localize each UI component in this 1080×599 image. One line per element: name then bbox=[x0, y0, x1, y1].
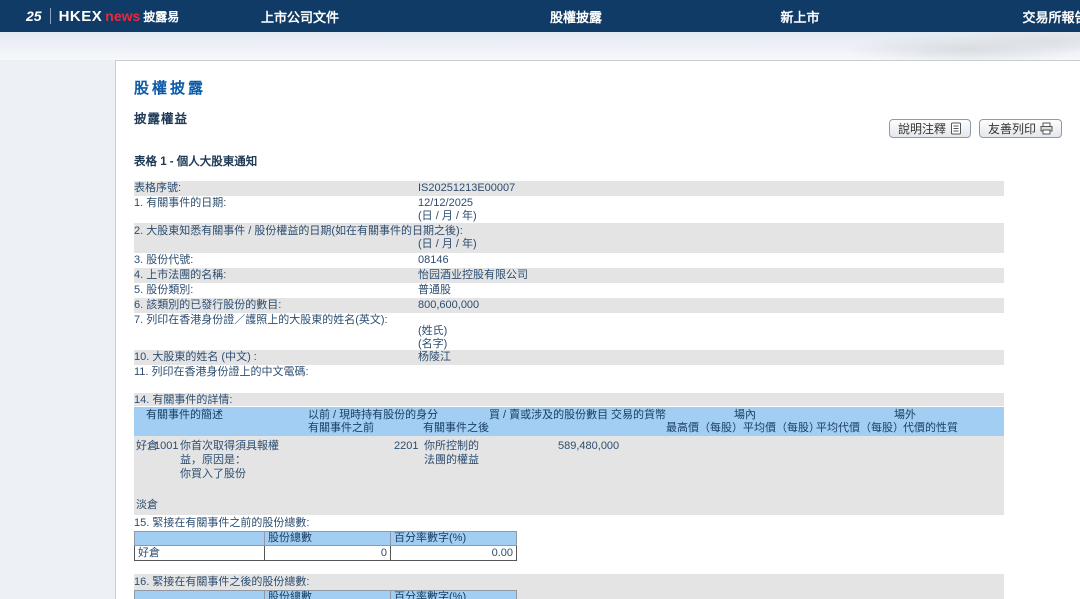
col-event-description: 有關事件的簡述 bbox=[146, 409, 223, 422]
event-code: 1001 bbox=[154, 439, 178, 453]
empty-header-cell bbox=[135, 532, 265, 546]
section16-block: 16. 緊接在有關事件之後的股份總數: 股份總數 百分率數字(%) 好倉 589… bbox=[134, 574, 1004, 599]
band-texture bbox=[760, 32, 1080, 60]
field-value: IS20251213E00007 bbox=[418, 181, 1004, 196]
field-label: 11. 列印在香港身份證上的中文電碼: bbox=[134, 365, 418, 380]
field-label: 6. 該類別的已發行股份的數目: bbox=[134, 298, 418, 313]
section14-data-row: 好倉 1001 你首次取得須具報權 益，原因是： 你買入了股份 2201 你所控… bbox=[134, 436, 1004, 515]
col-before-event: 有關事件之前 bbox=[308, 422, 374, 435]
nav-exchange-reports[interactable]: 交易所報告 bbox=[1022, 0, 1080, 32]
col-highest-price: 最高價（每股） bbox=[666, 422, 743, 435]
row-aware-date: 2. 大股東知悉有關事件 / 股份權益的日期(如在有關事件的日期之後): (日 … bbox=[134, 223, 1004, 253]
field-value: 普通股 bbox=[418, 283, 1004, 298]
field-value: 杨陵江 bbox=[418, 350, 1004, 365]
anniversary-25-mark: 25 bbox=[26, 8, 42, 24]
content-panel: 股權披露 披露權益 說明注釋 友善列印 表格 1 - 個人大股東通知 表格序號:… bbox=[115, 60, 1080, 599]
field-label: 表格序號: bbox=[134, 181, 418, 196]
short-position-label: 淡倉 bbox=[136, 498, 158, 512]
row-corporation-name: 4. 上市法團的名稱: 怡园酒业控股有限公司 bbox=[134, 268, 1004, 283]
field-label: 4. 上市法團的名稱: bbox=[134, 268, 418, 283]
table-row: 好倉 0 0.00 bbox=[135, 546, 517, 561]
percentage-value: 0.00 bbox=[391, 546, 517, 561]
col-currency: 交易的貨幣 bbox=[611, 409, 666, 422]
field-label: 2. 大股東知悉有關事件 / 股份權益的日期(如在有關事件的日期之後): bbox=[134, 224, 482, 239]
section15-label: 15. 緊接在有關事件之前的股份總數: bbox=[134, 515, 1004, 531]
page-title: 股權披露 bbox=[134, 77, 1080, 98]
notes-button[interactable]: 說明注釋 bbox=[889, 119, 971, 138]
col-on-exchange: 場內 bbox=[734, 409, 756, 422]
col-shares-involved: 買 / 賣或涉及的股份數目 bbox=[489, 409, 608, 422]
total-shares-header: 股份總數 bbox=[265, 532, 391, 546]
print-button-label: 友善列印 bbox=[988, 120, 1036, 137]
nav-shareholding-disclosure[interactable]: 股權披露 bbox=[550, 0, 602, 32]
field-value bbox=[418, 365, 1004, 380]
field-label: 1. 有關事件的日期: bbox=[134, 196, 418, 223]
row-issued-shares: 6. 該類別的已發行股份的數目: 800,600,000 bbox=[134, 298, 1004, 313]
col-capacity: 以前 / 現時持有股份的身分 bbox=[308, 409, 438, 422]
section15-block: 15. 緊接在有關事件之前的股份總數: 股份總數 百分率數字(%) 好倉 0 0… bbox=[134, 515, 1004, 561]
col-average-consideration: 平均代價（每股） bbox=[816, 422, 904, 435]
news-brand-text: news bbox=[105, 8, 140, 24]
totals-before-table: 股份總數 百分率數字(%) 好倉 0 0.00 bbox=[134, 531, 517, 561]
spacer bbox=[134, 380, 1004, 393]
printer-icon bbox=[1040, 122, 1053, 135]
field-label: 3. 股份代號: bbox=[134, 253, 418, 268]
col-after-event: 有關事件之後 bbox=[423, 422, 489, 435]
disclosure-form-table: 表格序號: IS20251213E00007 1. 有關事件的日期: 12/12… bbox=[134, 181, 1004, 599]
row-stock-code: 3. 股份代號: 08146 bbox=[134, 253, 1004, 268]
event-description: 你首次取得須具報權 益，原因是： 你買入了股份 bbox=[180, 439, 312, 481]
header-sub-band bbox=[0, 32, 1080, 60]
nav-new-listings[interactable]: 新上市 bbox=[780, 0, 819, 32]
print-button[interactable]: 友善列印 bbox=[979, 119, 1062, 138]
top-navigation-bar: 25 HKEX news 披露易 上市公司文件 股權披露 新上市 交易所報告 bbox=[0, 0, 1080, 32]
section14-header: 有關事件的簡述 以前 / 現時持有股份的身分 買 / 賣或涉及的股份數目 交易的… bbox=[134, 407, 1004, 436]
row-english-name: 7. 列印在香港身份證／護照上的大股東的姓名(英文): (姓氏) (名字) bbox=[134, 313, 1004, 350]
field-label: 5. 股份類別: bbox=[134, 283, 418, 298]
hkex-brand-text: HKEX bbox=[59, 8, 103, 25]
total-shares-value: 0 bbox=[265, 546, 391, 561]
logo-divider bbox=[50, 8, 51, 24]
section16-label: 16. 緊接在有關事件之後的股份總數: bbox=[134, 574, 1004, 590]
field-value: 怡园酒业控股有限公司 bbox=[418, 268, 1004, 283]
action-buttons: 說明注釋 友善列印 bbox=[889, 119, 1062, 138]
notes-button-label: 說明注釋 bbox=[898, 120, 946, 137]
field-value: (日 / 月 / 年) bbox=[418, 238, 477, 251]
field-value: 800,600,000 bbox=[418, 298, 1004, 313]
field-value: (姓氏) (名字) bbox=[418, 313, 1004, 350]
capacity-after-description: 你所控制的 法團的權益 bbox=[424, 439, 500, 467]
row-event-date: 1. 有關事件的日期: 12/12/2025 (日 / 月 / 年) bbox=[134, 196, 1004, 223]
field-value: 08146 bbox=[418, 253, 1004, 268]
empty-header-cell bbox=[135, 591, 265, 599]
logo-chinese-suffix: 披露易 bbox=[143, 8, 179, 25]
row-chinese-codes: 11. 列印在香港身份證上的中文電碼: bbox=[134, 365, 1004, 380]
shares-involved-value: 589,480,000 bbox=[558, 439, 619, 453]
row-form-serial: 表格序號: IS20251213E00007 bbox=[134, 181, 1004, 196]
percentage-header: 百分率數字(%) bbox=[391, 591, 517, 599]
col-average-price: 平均價（每股） bbox=[743, 422, 820, 435]
form-title: 表格 1 - 個人大股東通知 bbox=[134, 153, 1080, 169]
totals-after-table: 股份總數 百分率數字(%) 好倉 589,480,000 73.63 bbox=[134, 590, 517, 599]
row-share-class: 5. 股份類別: 普通股 bbox=[134, 283, 1004, 298]
long-position-label: 好倉 bbox=[135, 546, 265, 561]
field-label: 7. 列印在香港身份證／護照上的大股東的姓名(英文): bbox=[134, 313, 418, 350]
col-off-exchange: 場外 bbox=[894, 409, 916, 422]
capacity-after-code: 2201 bbox=[394, 439, 418, 453]
total-shares-header: 股份總數 bbox=[265, 591, 391, 599]
section14-label: 14. 有關事件的詳情: bbox=[134, 393, 1004, 406]
field-label: 10. 大股東的姓名 (中文) : bbox=[134, 350, 418, 365]
row-chinese-name: 10. 大股東的姓名 (中文) : 杨陵江 bbox=[134, 350, 1004, 365]
hkexnews-logo[interactable]: 25 HKEX news 披露易 bbox=[26, 0, 179, 32]
field-value: 12/12/2025 (日 / 月 / 年) bbox=[418, 196, 1004, 223]
col-consideration-nature: 代價的性質 bbox=[903, 422, 958, 435]
percentage-header: 百分率數字(%) bbox=[391, 532, 517, 546]
nav-listed-company-documents[interactable]: 上市公司文件 bbox=[261, 0, 339, 32]
notes-icon bbox=[950, 122, 962, 135]
